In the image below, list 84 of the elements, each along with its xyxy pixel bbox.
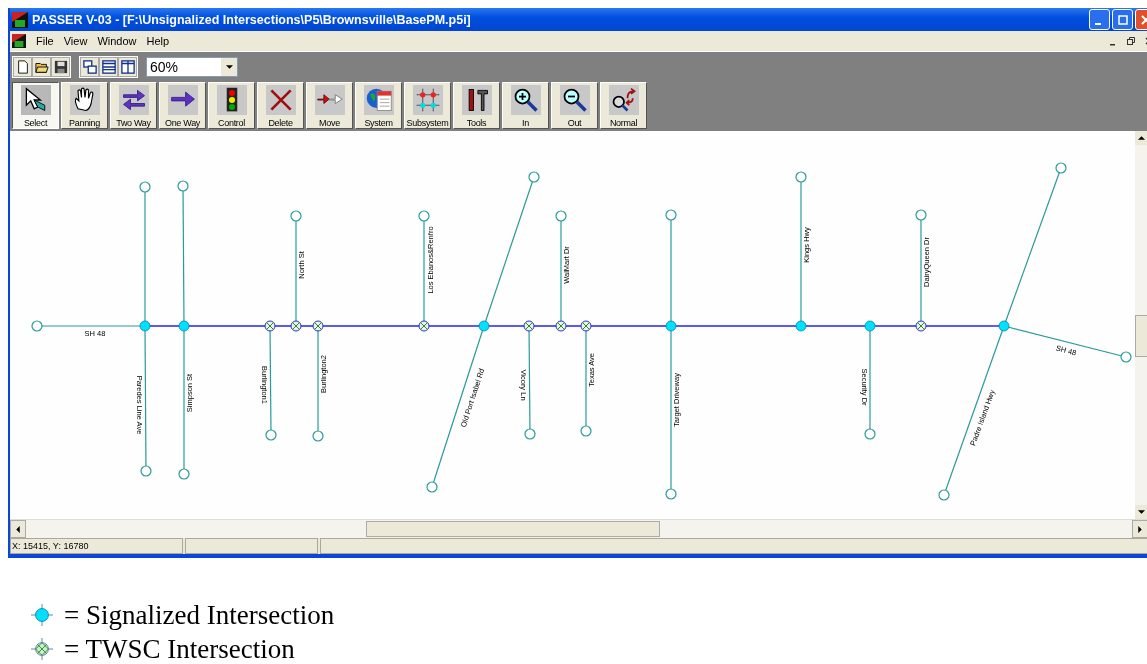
- new-file-button[interactable]: [13, 57, 32, 77]
- tool-button[interactable]: Move: [306, 82, 353, 129]
- app-logo-icon: [12, 34, 26, 48]
- end-node[interactable]: [938, 489, 950, 501]
- scroll-up-icon: [1138, 136, 1145, 140]
- stop-node[interactable]: [580, 320, 592, 332]
- end-node[interactable]: [312, 430, 324, 442]
- end-node[interactable]: [418, 210, 430, 222]
- scroll-thumb[interactable]: [366, 521, 660, 537]
- menu-item[interactable]: Help: [146, 35, 170, 47]
- globe-icon: [364, 86, 393, 114]
- end-node[interactable]: [31, 320, 43, 332]
- signal-node[interactable]: [864, 320, 876, 332]
- tool-button[interactable]: One Way: [159, 82, 206, 129]
- tile-vertical-button[interactable]: [118, 57, 137, 77]
- stop-node[interactable]: [418, 320, 430, 332]
- end-node[interactable]: [426, 481, 438, 493]
- menu-item[interactable]: File: [36, 35, 54, 47]
- save-button[interactable]: [51, 57, 70, 77]
- end-node[interactable]: [177, 180, 189, 192]
- signal-node[interactable]: [665, 320, 677, 332]
- open-folder-button[interactable]: [32, 57, 51, 77]
- minimize-icon: [1095, 22, 1101, 25]
- minimize-icon: [1110, 44, 1115, 46]
- tool-button[interactable]: Out: [551, 82, 598, 129]
- horizontal-scrollbar[interactable]: [10, 519, 1147, 538]
- maximize-button[interactable]: [1112, 9, 1133, 30]
- end-node[interactable]: [140, 465, 152, 477]
- signal-node[interactable]: [178, 320, 190, 332]
- end-node[interactable]: [528, 171, 540, 183]
- stop-node[interactable]: [555, 320, 567, 332]
- signal-node[interactable]: [139, 320, 151, 332]
- stop-node[interactable]: [290, 320, 302, 332]
- stop-node[interactable]: [523, 320, 535, 332]
- tool-button[interactable]: Panning: [61, 82, 108, 129]
- end-node[interactable]: [580, 425, 592, 437]
- status-text: X: 15415, Y: 16780: [10, 538, 183, 554]
- end-node[interactable]: [524, 428, 536, 440]
- stop-node[interactable]: [915, 320, 927, 332]
- tool-button[interactable]: System: [355, 82, 402, 129]
- restore-icon: [1126, 37, 1135, 45]
- tool-button[interactable]: Delete: [257, 82, 304, 129]
- maximize-icon: [1117, 14, 1128, 25]
- end-node[interactable]: [1055, 162, 1067, 174]
- stop-node[interactable]: [264, 320, 276, 332]
- end-node[interactable]: [1120, 351, 1132, 363]
- tool-button[interactable]: Subsystem: [404, 82, 451, 129]
- legend-label: = TWSC Intersection: [64, 633, 295, 664]
- signal-node[interactable]: [795, 320, 807, 332]
- tile-horizontal-button[interactable]: [99, 57, 118, 77]
- end-node[interactable]: [665, 488, 677, 500]
- tool-button[interactable]: In: [502, 82, 549, 129]
- cascade-windows-button[interactable]: [80, 57, 99, 77]
- signal-node[interactable]: [478, 320, 490, 332]
- scroll-thumb[interactable]: [1135, 315, 1147, 357]
- stop-node[interactable]: [312, 320, 324, 332]
- menu-item[interactable]: View: [63, 35, 88, 47]
- caret-icon: [225, 65, 233, 69]
- end-node[interactable]: [555, 210, 567, 222]
- signal-node[interactable]: [998, 320, 1010, 332]
- app-logo-icon: [12, 11, 28, 28]
- minimize-button[interactable]: [1089, 9, 1110, 30]
- scroll-down-icon: [1138, 510, 1145, 514]
- window-title: PASSER V-03 - [F:\Unsignalized Intersections\P5\Brownsville\BasePM.p5i]: [32, 12, 471, 27]
- close-icon: [1140, 14, 1147, 25]
- end-node[interactable]: [265, 429, 277, 441]
- tool-button[interactable]: Normal: [600, 82, 647, 129]
- end-node[interactable]: [139, 181, 151, 193]
- end-node[interactable]: [178, 468, 190, 480]
- tool-button[interactable]: Select: [12, 82, 59, 129]
- scroll-right-icon: [1138, 525, 1142, 533]
- tool-button[interactable]: Control: [208, 82, 255, 129]
- vertical-scrollbar[interactable]: [1135, 131, 1147, 519]
- end-node[interactable]: [795, 171, 807, 183]
- legend-label: = Signalized Intersection: [64, 599, 335, 631]
- end-node[interactable]: [665, 209, 677, 221]
- tool-button[interactable]: Two Way: [110, 82, 157, 129]
- scroll-left-icon: [16, 525, 20, 533]
- tool-button[interactable]: Tools: [453, 82, 500, 129]
- end-node[interactable]: [864, 428, 876, 440]
- end-node[interactable]: [290, 210, 302, 222]
- menu-item[interactable]: Window: [97, 35, 137, 47]
- end-node[interactable]: [915, 209, 927, 221]
- zoom-dropdown[interactable]: 60%: [146, 57, 238, 77]
